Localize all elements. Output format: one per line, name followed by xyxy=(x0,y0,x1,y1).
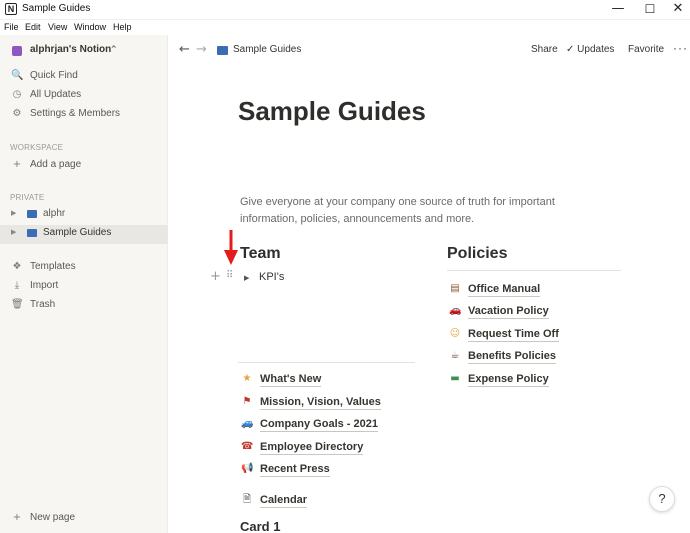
clock-icon: ◷ xyxy=(12,89,22,100)
window-titlebar: N Sample Guides — ☐ ✕ xyxy=(0,0,690,20)
sidebar-item-label: Settings & Members xyxy=(30,108,121,119)
star-icon: ★ xyxy=(242,373,252,384)
checkmark-icon: ✓ xyxy=(566,44,575,55)
sidebar-item-label: Add a page xyxy=(30,159,82,170)
workspace-logo xyxy=(12,46,22,56)
sidebar: alphrjan's Notion ⌃ 🔍 Quick Find ◷ All U… xyxy=(0,35,168,533)
sidebar-item-trash[interactable]: 🗑 Trash xyxy=(0,297,168,316)
back-arrow-icon[interactable]: ← xyxy=(179,42,190,57)
sidebar-item-quick-find[interactable]: 🔍 Quick Find xyxy=(0,68,168,87)
close-button[interactable]: ✕ xyxy=(664,0,690,20)
smiley-icon: ☺ xyxy=(449,328,461,339)
sidebar-new-page[interactable]: + New page xyxy=(0,510,168,529)
toggle-arrow-icon[interactable]: ▶ xyxy=(244,274,249,282)
link-label: What's New xyxy=(260,373,322,387)
menu-edit[interactable]: Edit xyxy=(25,22,41,32)
sidebar-page-alphr[interactable]: ▶ alphr xyxy=(0,206,168,225)
link-label: Employee Directory xyxy=(260,441,364,455)
sidebar-item-label: Trash xyxy=(30,299,56,310)
sidebar-item-import[interactable]: ⤓ Import xyxy=(0,278,168,297)
drag-handle-icon[interactable]: ⠿ xyxy=(226,270,233,281)
chevron-updown-icon: ⌃ xyxy=(110,44,118,54)
plus-icon: + xyxy=(12,512,22,523)
money-icon: ▬ xyxy=(450,373,460,384)
team-heading[interactable]: Team xyxy=(240,245,281,263)
gear-icon: ⚙ xyxy=(12,108,22,119)
sidebar-item-label: Templates xyxy=(30,261,76,272)
breadcrumb[interactable]: Sample Guides xyxy=(233,44,301,55)
page-icon xyxy=(27,229,37,237)
team-divider xyxy=(238,362,415,363)
page-description[interactable]: Give everyone at your company one source… xyxy=(240,194,600,228)
sidebar-item-all-updates[interactable]: ◷ All Updates xyxy=(0,87,168,106)
updates-button[interactable]: ✓ Updates xyxy=(566,44,614,55)
more-options-icon[interactable]: ··· xyxy=(673,41,688,55)
add-block-icon[interactable]: + xyxy=(210,269,221,284)
window-title: Sample Guides xyxy=(22,3,91,14)
flag-icon: ⚑ xyxy=(242,396,252,407)
menu-help[interactable]: Help xyxy=(113,22,132,32)
maximize-button[interactable]: ☐ xyxy=(636,0,664,20)
trash-icon: 🗑 xyxy=(11,299,24,310)
link-label: Company Goals - 2021 xyxy=(260,418,378,432)
expand-arrow-icon[interactable]: ▶ xyxy=(11,209,16,217)
sidebar-page-label: Sample Guides xyxy=(43,227,112,238)
link-label: Benefits Policies xyxy=(468,350,557,364)
menu-view[interactable]: View xyxy=(48,22,67,32)
coffee-icon: ☕ xyxy=(450,350,460,361)
sidebar-item-templates[interactable]: ❖ Templates xyxy=(0,259,168,278)
minimize-button[interactable]: — xyxy=(604,0,632,20)
updates-label: Updates xyxy=(577,44,615,55)
sidebar-page-label: alphr xyxy=(43,208,66,219)
plus-icon: + xyxy=(12,159,22,170)
help-button[interactable]: ? xyxy=(649,486,675,512)
red-pointer-arrow xyxy=(224,230,238,265)
link-label: Calendar xyxy=(260,494,308,508)
toggle-kpis[interactable]: KPI's xyxy=(259,271,284,283)
megaphone-icon: 📢 xyxy=(241,463,254,474)
section-label-private: PRIVATE xyxy=(10,193,45,202)
menu-window[interactable]: Window xyxy=(74,22,106,32)
policies-divider xyxy=(447,270,621,271)
section-label-workspace: WORKSPACE xyxy=(10,143,64,152)
link-label: Request Time Off xyxy=(468,328,559,342)
telephone-icon: ☎ xyxy=(241,441,254,452)
workspace-name: alphrjan's Notion xyxy=(30,44,112,55)
expand-arrow-icon[interactable]: ▶ xyxy=(11,228,16,236)
link-label: Mission, Vision, Values xyxy=(260,396,381,410)
menu-bar: File Edit View Window Help xyxy=(0,20,690,35)
link-label: Expense Policy xyxy=(468,373,549,387)
forward-arrow-icon[interactable]: → xyxy=(196,42,207,57)
favorite-button[interactable]: Favorite xyxy=(628,44,664,55)
sidebar-item-label: All Updates xyxy=(30,89,82,100)
sidebar-item-label: New page xyxy=(30,512,76,523)
page-title[interactable]: Sample Guides xyxy=(238,96,426,127)
link-label: Vacation Policy xyxy=(468,305,549,319)
card-heading[interactable]: Card 1 xyxy=(240,519,280,533)
car-icon: 🚙 xyxy=(241,418,254,429)
sidebar-item-settings[interactable]: ⚙ Settings & Members xyxy=(0,106,168,125)
sidebar-add-page[interactable]: + Add a page xyxy=(0,157,168,176)
car-icon: 🚗 xyxy=(449,305,462,316)
search-icon: 🔍 xyxy=(11,70,24,81)
notion-app-icon: N xyxy=(5,3,17,15)
sidebar-page-sample-guides[interactable]: ▶ Sample Guides xyxy=(0,225,168,244)
book-icon: ▤ xyxy=(450,283,460,294)
import-icon: ⤓ xyxy=(14,280,20,291)
topbar: ← → Sample Guides Share ✓ Updates Favori… xyxy=(169,35,690,65)
document-icon: 🗎 xyxy=(242,494,252,505)
templates-icon: ❖ xyxy=(12,261,22,272)
sidebar-item-label: Import xyxy=(30,280,59,291)
menu-file[interactable]: File xyxy=(4,22,19,32)
page-icon xyxy=(27,210,37,218)
sidebar-item-label: Quick Find xyxy=(30,70,78,81)
share-button[interactable]: Share xyxy=(531,44,558,55)
policies-heading[interactable]: Policies xyxy=(447,245,507,263)
link-label: Office Manual xyxy=(468,283,541,297)
page-icon xyxy=(217,46,228,55)
link-label: Recent Press xyxy=(260,463,330,477)
